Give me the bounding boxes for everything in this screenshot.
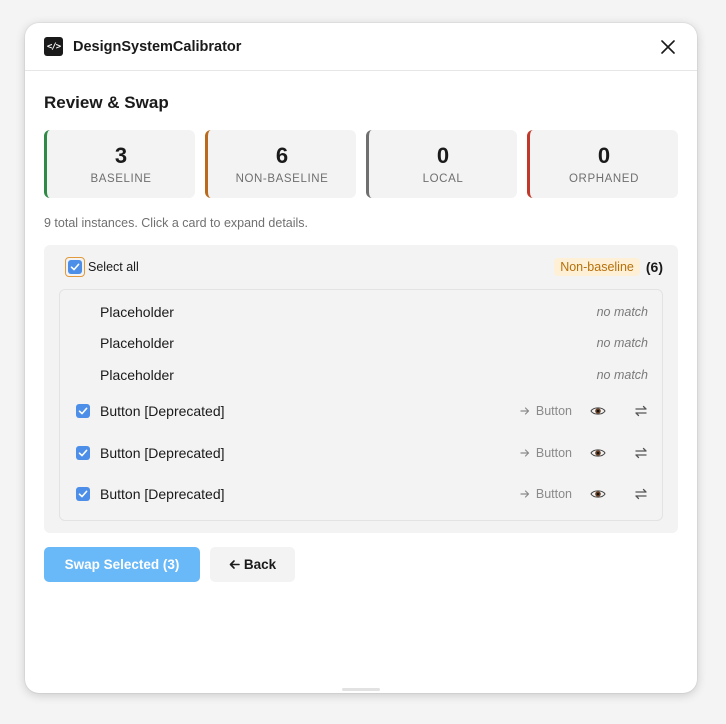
stat-count: 3: [114, 142, 128, 168]
list-item: Placeholder no match: [60, 328, 662, 360]
row-checkbox[interactable]: [76, 404, 90, 419]
plugin-window: </> DesignSystemCalibrator Review & Swap…: [25, 23, 697, 693]
list-item: Placeholder no match: [60, 296, 662, 328]
swap-selected-button[interactable]: Swap Selected (3): [44, 547, 200, 582]
swap-arrows-icon[interactable]: [634, 404, 648, 418]
arrow-left-icon: [229, 560, 240, 569]
list-item: Button [Deprecated] Button: [60, 391, 662, 433]
stat-cards: 3 BASELINE 6 NON-BASELINE 0 LOCAL 0 ORPH…: [44, 130, 678, 198]
stat-card-orphaned[interactable]: 0 ORPHANED: [527, 130, 678, 198]
list-item: Button [Deprecated] Button: [60, 432, 662, 474]
stat-count: 0: [436, 142, 450, 168]
instance-name: Button [Deprecated]: [100, 486, 225, 503]
check-icon: [78, 407, 88, 415]
eye-icon[interactable]: [590, 403, 606, 419]
match-status: no match: [596, 336, 648, 351]
swap-target: Button: [520, 487, 572, 501]
swap-arrows-icon[interactable]: [634, 446, 648, 460]
list-item: Placeholder no match: [60, 359, 662, 391]
code-brackets-icon: </>: [44, 37, 63, 56]
instance-list: Placeholder no match Placeholder no matc…: [59, 289, 663, 521]
group-count: (6): [645, 259, 663, 275]
swap-arrows-icon[interactable]: [634, 487, 648, 501]
stat-label: ORPHANED: [569, 172, 639, 185]
eye-icon[interactable]: [590, 445, 606, 461]
resize-grip[interactable]: [342, 688, 380, 691]
eye-icon[interactable]: [590, 486, 606, 502]
back-button[interactable]: Back: [210, 547, 295, 582]
check-icon: [78, 449, 88, 457]
main-content: Review & Swap 3 BASELINE 6 NON-BASELINE …: [44, 71, 678, 582]
stat-card-baseline[interactable]: 3 BASELINE: [44, 130, 195, 198]
target-name: Button: [535, 445, 572, 460]
check-icon: [70, 263, 80, 271]
checkmark-box: [68, 260, 82, 274]
action-bar: Swap Selected (3) Back: [44, 547, 678, 582]
non-baseline-group: Select all Non-baseline (6) Placeholder …: [44, 245, 678, 533]
stat-count: 0: [597, 142, 611, 168]
stat-card-local[interactable]: 0 LOCAL: [366, 130, 517, 198]
title-bar: </> DesignSystemCalibrator: [25, 23, 697, 71]
stat-label: LOCAL: [422, 172, 464, 185]
swap-target: Button: [520, 404, 572, 418]
select-all-checkbox[interactable]: [65, 257, 85, 277]
back-label: Back: [243, 557, 277, 572]
target-name: Button: [535, 404, 572, 419]
match-status: no match: [596, 304, 648, 319]
instance-name: Placeholder: [100, 335, 174, 352]
status-badge: Non-baseline: [554, 258, 640, 276]
arrow-right-icon: [520, 449, 529, 457]
stat-label: BASELINE: [90, 172, 152, 185]
group-header: Select all Non-baseline (6): [59, 245, 663, 289]
instance-name: Placeholder: [100, 366, 174, 383]
row-checkbox[interactable]: [76, 487, 90, 502]
app-title: DesignSystemCalibrator: [73, 38, 242, 55]
list-item: Button [Deprecated] Button: [60, 474, 662, 516]
page-title: Review & Swap: [44, 93, 169, 112]
close-icon: [661, 39, 675, 54]
swap-target: Button: [520, 446, 572, 460]
instance-name: Placeholder: [100, 303, 174, 320]
select-all-label: Select all: [88, 260, 139, 274]
stat-count: 6: [275, 142, 289, 168]
instances-hint: 9 total instances. Click a card to expan…: [44, 216, 309, 230]
match-status: no match: [596, 367, 648, 382]
target-name: Button: [535, 487, 572, 502]
arrow-right-icon: [520, 407, 529, 415]
row-checkbox[interactable]: [76, 445, 90, 460]
instance-name: Button [Deprecated]: [100, 444, 225, 461]
check-icon: [78, 490, 88, 498]
stat-label: NON-BASELINE: [235, 172, 329, 185]
instance-name: Button [Deprecated]: [100, 403, 225, 420]
arrow-right-icon: [520, 490, 529, 498]
stat-card-non-baseline[interactable]: 6 NON-BASELINE: [205, 130, 356, 198]
close-button[interactable]: [657, 36, 679, 58]
